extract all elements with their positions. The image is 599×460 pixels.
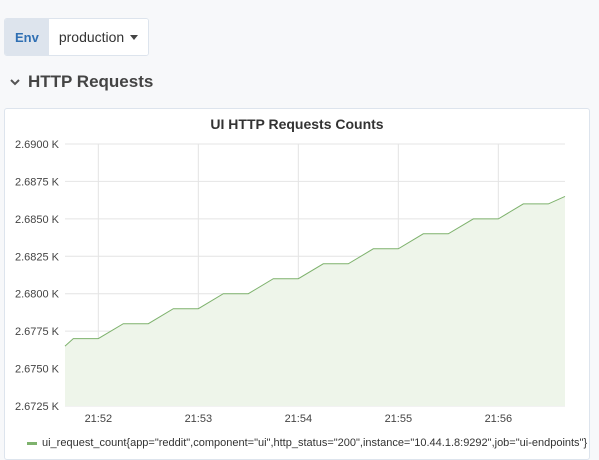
legend-item[interactable]: ui_request_count{app="reddit",component=… [27, 437, 587, 449]
x-tick-label: 21:54 [285, 413, 313, 425]
y-tick-label: 2.6725 K [15, 401, 60, 413]
caret-down-icon [130, 34, 139, 40]
chart: 2.6725 K 2.6750 K 2.6775 K 2.6800 K 2.6825 K… [15, 139, 566, 425]
y-tick-label: 2.6750 K [15, 364, 60, 376]
y-tick-label: 2.6875 K [15, 176, 60, 188]
env-select[interactable]: production [48, 19, 149, 55]
row-collapse-toggle[interactable]: HTTP Requests [8, 72, 153, 92]
y-tick-label: 2.6800 K [15, 289, 60, 301]
x-tick-label: 21:53 [185, 413, 213, 425]
y-tick-label: 2.6775 K [15, 326, 60, 338]
env-select-value: production [58, 29, 125, 45]
y-tick-label: 2.6850 K [15, 214, 60, 226]
x-tick-label: 21:56 [485, 413, 513, 425]
legend-swatch [27, 441, 37, 445]
series-area [65, 196, 565, 406]
graph-panel: UI HTTP Requests Counts 2.6725 K 2.6750 K… [4, 108, 590, 460]
template-variable: Env production [4, 18, 150, 56]
row-title: HTTP Requests [28, 72, 154, 91]
chevron-down-icon [10, 79, 20, 86]
variable-label: Env [5, 19, 49, 55]
x-tick-label: 21:55 [385, 413, 413, 425]
y-tick-label: 2.6900 K [15, 139, 60, 151]
y-tick-label: 2.6825 K [15, 251, 60, 263]
x-tick-label: 21:52 [85, 413, 113, 425]
legend-label: ui_request_count{app="reddit",component=… [42, 437, 588, 449]
